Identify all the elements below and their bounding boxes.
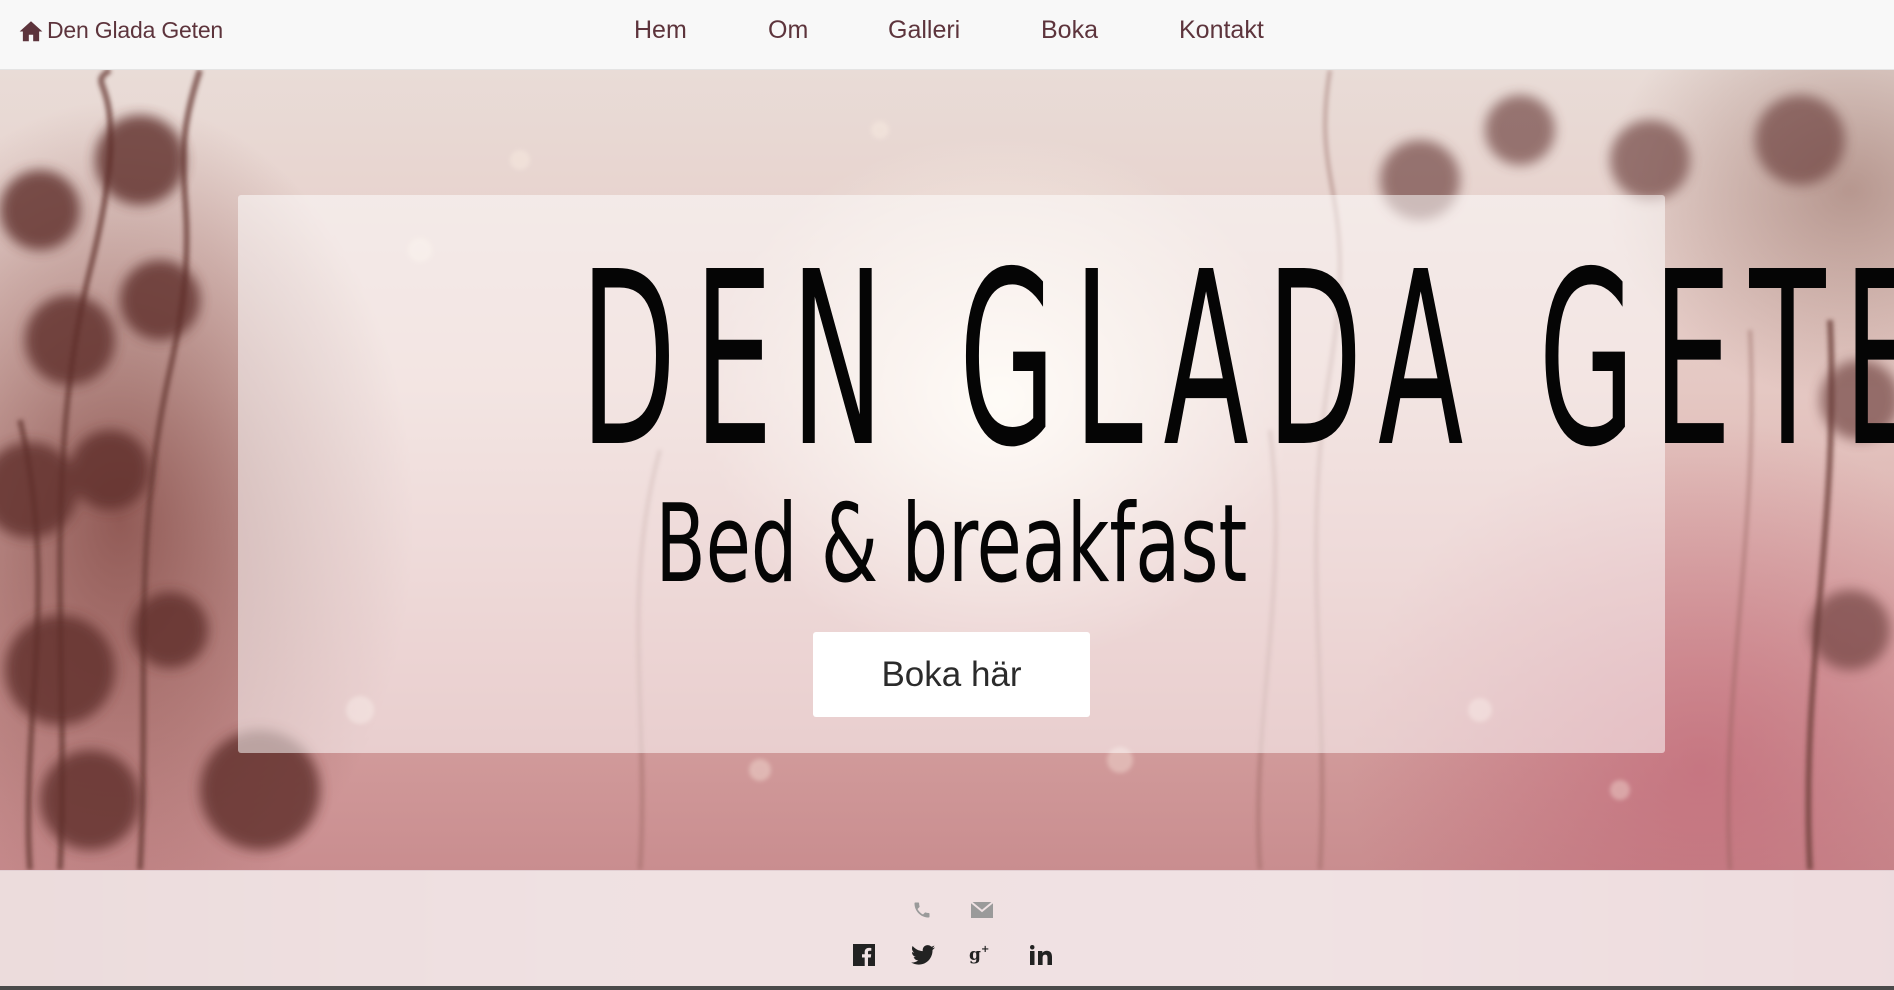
hero-section: DEN GLADA GETEN Bed & breakfast Boka här	[0, 70, 1894, 870]
book-here-button[interactable]: Boka här	[813, 632, 1090, 717]
hero-title: DEN GLADA GETEN	[580, 220, 1894, 500]
twitter-icon[interactable]	[911, 943, 935, 967]
phone-icon[interactable]	[910, 898, 934, 922]
hero-overlay-box: DEN GLADA GETEN Bed & breakfast Boka här	[238, 195, 1894, 753]
nav-item-om[interactable]: Om	[768, 16, 808, 45]
google-plus-icon[interactable]: g +	[968, 941, 996, 967]
mail-icon[interactable]	[970, 898, 994, 922]
nav-item-kontakt[interactable]: Kontakt	[1179, 16, 1264, 45]
footer: g +	[0, 870, 1894, 986]
nav-item-boka[interactable]: Boka	[1041, 16, 1098, 45]
hero-subtitle: Bed & breakfast	[655, 482, 1248, 607]
svg-text:g: g	[969, 945, 981, 965]
navbar: Den Glada Geten Hem Om Galleri Boka Kont…	[0, 0, 1894, 70]
linkedin-icon[interactable]	[1029, 943, 1053, 967]
nav-item-galleri[interactable]: Galleri	[888, 16, 960, 45]
main-nav: Hem Om Galleri Boka Kontakt	[0, 0, 1894, 62]
facebook-icon[interactable]	[852, 943, 876, 967]
nav-item-hem[interactable]: Hem	[634, 16, 687, 45]
svg-text:+: +	[981, 944, 989, 955]
window-bottom-edge	[0, 986, 1894, 990]
